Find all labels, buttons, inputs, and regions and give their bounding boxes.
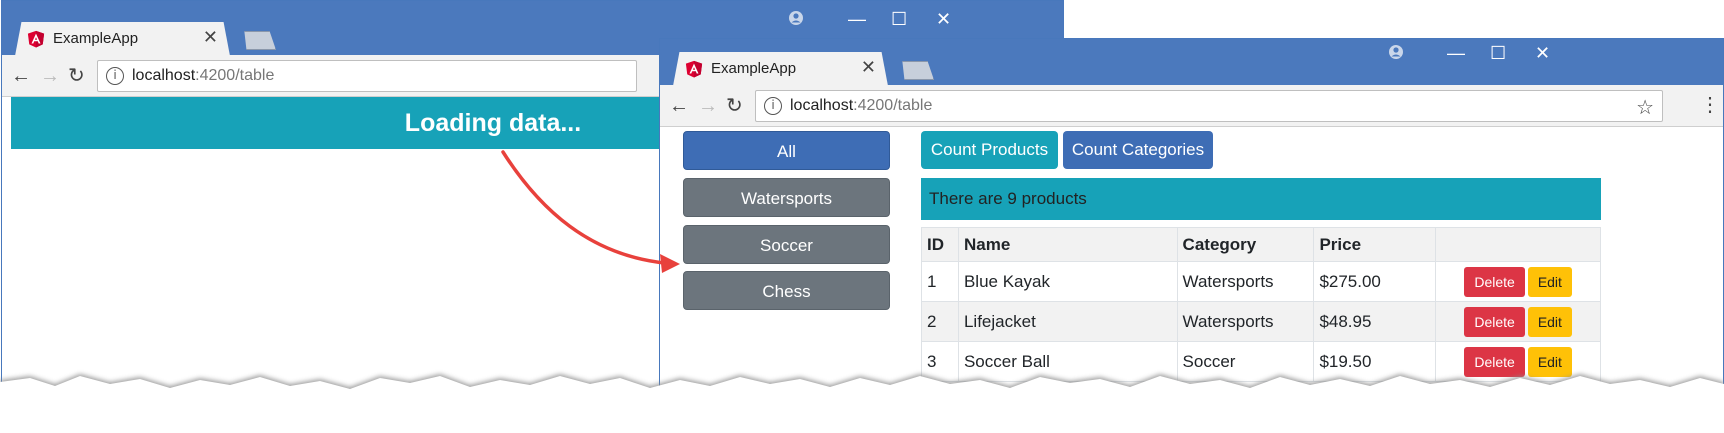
cell-actions: Delete Edit bbox=[1435, 341, 1601, 382]
forward-arrow-icon[interactable]: → bbox=[40, 64, 60, 88]
delete-button[interactable]: Delete bbox=[1464, 266, 1525, 297]
cell-price: $275.00 bbox=[1313, 261, 1437, 302]
count-categories-button[interactable]: Count Categories bbox=[1063, 131, 1213, 169]
delete-button[interactable]: Delete bbox=[1464, 346, 1525, 377]
cell-category: Soccer bbox=[1176, 341, 1315, 382]
count-products-button[interactable]: Count Products bbox=[921, 131, 1058, 169]
new-tab-button[interactable] bbox=[244, 31, 276, 50]
product-count-message: There are 9 products bbox=[921, 178, 1601, 220]
close-icon[interactable]: ✕ bbox=[203, 27, 218, 47]
reload-icon[interactable]: ↻ bbox=[68, 64, 85, 88]
minimize-icon[interactable]: — bbox=[848, 7, 866, 31]
category-button-chess[interactable]: Chess bbox=[683, 271, 890, 310]
browser-tab[interactable]: ExampleApp ✕ bbox=[15, 22, 230, 56]
column-header-price: Price bbox=[1313, 227, 1437, 262]
cell-price: $19.50 bbox=[1313, 341, 1437, 382]
cell-actions: Delete Edit bbox=[1435, 261, 1601, 302]
cell-actions: Delete Edit bbox=[1435, 301, 1601, 342]
profile-icon[interactable] bbox=[788, 10, 804, 26]
info-icon[interactable]: i bbox=[764, 97, 782, 115]
column-header-category: Category bbox=[1176, 227, 1315, 262]
forward-arrow-icon[interactable]: → bbox=[698, 94, 718, 118]
tab-title: ExampleApp bbox=[711, 60, 797, 77]
back-arrow-icon[interactable]: ← bbox=[11, 64, 31, 88]
tab-title: ExampleApp bbox=[53, 30, 139, 47]
close-window-icon[interactable]: ✕ bbox=[1535, 41, 1550, 65]
close-window-icon[interactable]: ✕ bbox=[936, 7, 951, 31]
cell-price: $48.95 bbox=[1313, 301, 1437, 342]
maximize-icon[interactable]: ☐ bbox=[1490, 41, 1506, 65]
profile-icon[interactable] bbox=[1388, 44, 1404, 60]
edit-button[interactable]: Edit bbox=[1527, 306, 1572, 337]
new-tab-button[interactable] bbox=[902, 61, 934, 80]
cell-name: Blue Kayak bbox=[957, 261, 1178, 302]
info-icon[interactable]: i bbox=[106, 67, 124, 85]
column-header-actions bbox=[1435, 227, 1601, 262]
edit-button[interactable]: Edit bbox=[1527, 346, 1572, 377]
cell-id: 2 bbox=[921, 301, 959, 342]
delete-button[interactable]: Delete bbox=[1464, 306, 1525, 337]
maximize-icon[interactable]: ☐ bbox=[891, 7, 907, 31]
column-header-id: ID bbox=[921, 227, 959, 262]
reload-icon[interactable]: ↻ bbox=[726, 94, 743, 118]
edit-button[interactable]: Edit bbox=[1527, 266, 1572, 297]
title-bar: ExampleApp ✕ — ☐ ✕ bbox=[660, 39, 1723, 86]
cell-name: Lifejacket bbox=[957, 301, 1178, 342]
column-header-name: Name bbox=[957, 227, 1178, 262]
browser-toolbar: ← → ↻ i localhost:4200/table ☆ ⋮ bbox=[660, 85, 1723, 127]
table-row: 2 Lifejacket Watersports $48.95 Delete Ed… bbox=[921, 301, 1601, 342]
angular-logo-icon bbox=[685, 60, 703, 78]
cell-id: 3 bbox=[921, 341, 959, 382]
close-icon[interactable]: ✕ bbox=[861, 57, 876, 77]
browser-window-table: ExampleApp ✕ — ☐ ✕ ← → ↻ i localhost:420… bbox=[659, 38, 1724, 433]
url-text: localhost:4200/table bbox=[132, 67, 275, 84]
category-button-watersports[interactable]: Watersports bbox=[683, 178, 890, 217]
kebab-menu-icon[interactable]: ⋮ bbox=[1700, 93, 1720, 117]
angular-logo-icon bbox=[27, 30, 45, 48]
address-bar[interactable]: i localhost:4200/table ☆ bbox=[755, 90, 1663, 122]
cell-category: Watersports bbox=[1176, 261, 1315, 302]
cell-name: Soccer Ball bbox=[957, 341, 1178, 382]
cell-category: Watersports bbox=[1176, 301, 1315, 342]
table-row: 1 Blue Kayak Watersports $275.00 Delete E… bbox=[921, 261, 1601, 302]
url-text: localhost:4200/table bbox=[790, 97, 933, 114]
cell-id: 1 bbox=[921, 261, 959, 302]
products-table: ID Name Category Price 1 Blue Kayak Wate… bbox=[921, 227, 1601, 382]
table-header-row: ID Name Category Price bbox=[921, 227, 1601, 262]
address-bar[interactable]: i localhost:4200/table bbox=[97, 60, 637, 92]
minimize-icon[interactable]: — bbox=[1447, 41, 1465, 65]
category-button-all[interactable]: All bbox=[683, 131, 890, 170]
browser-tab[interactable]: ExampleApp ✕ bbox=[673, 52, 888, 86]
category-button-soccer[interactable]: Soccer bbox=[683, 225, 890, 264]
table-row: 3 Soccer Ball Soccer $19.50 Delete Edit bbox=[921, 341, 1601, 382]
back-arrow-icon[interactable]: ← bbox=[669, 94, 689, 118]
star-icon[interactable]: ☆ bbox=[1636, 95, 1654, 120]
